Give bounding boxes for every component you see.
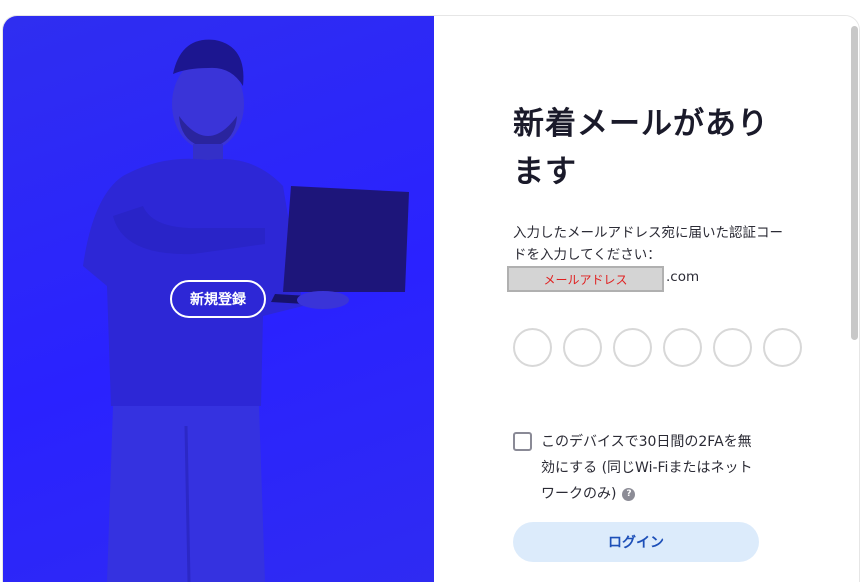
email-suffix: .com — [666, 269, 700, 285]
code-digit-1[interactable] — [513, 328, 552, 367]
code-digit-3[interactable] — [613, 328, 652, 367]
code-input-row — [513, 328, 802, 367]
help-icon[interactable]: ? — [622, 488, 636, 501]
remember-device: このデバイスで30日間の2FAを無効にする (同じWi-Fiまたはネットワークの… — [513, 432, 763, 507]
signup-button[interactable]: 新規登録 — [170, 280, 266, 318]
scrollbar[interactable] — [851, 26, 858, 340]
remember-label-text: このデバイスで30日間の2FAを無効にする (同じWi-Fiまたはネットワークの… — [541, 434, 753, 502]
auth-window: 新規登録 新着メールがあります 入力したメールアドレス宛に届いた認証コードを入力… — [3, 16, 859, 582]
page-title: 新着メールがあります — [513, 106, 769, 190]
email-row: メールアドレス .com — [507, 266, 699, 292]
code-digit-6[interactable] — [763, 328, 802, 367]
login-button[interactable]: ログイン — [513, 522, 759, 562]
instruction-text: 入力したメールアドレス宛に届いた認証コードを入力してください： — [513, 225, 783, 263]
code-digit-4[interactable] — [663, 328, 702, 367]
remember-label: このデバイスで30日間の2FAを無効にする (同じWi-Fiまたはネットワークの… — [541, 429, 763, 507]
verification-form: 新着メールがあります 入力したメールアドレス宛に届いた認証コードを入力してくださ… — [434, 16, 859, 582]
remember-checkbox[interactable] — [513, 432, 532, 451]
email-redaction: メールアドレス — [507, 266, 664, 292]
promo-panel: 新規登録 — [3, 16, 434, 582]
code-digit-2[interactable] — [563, 328, 602, 367]
code-digit-5[interactable] — [713, 328, 752, 367]
